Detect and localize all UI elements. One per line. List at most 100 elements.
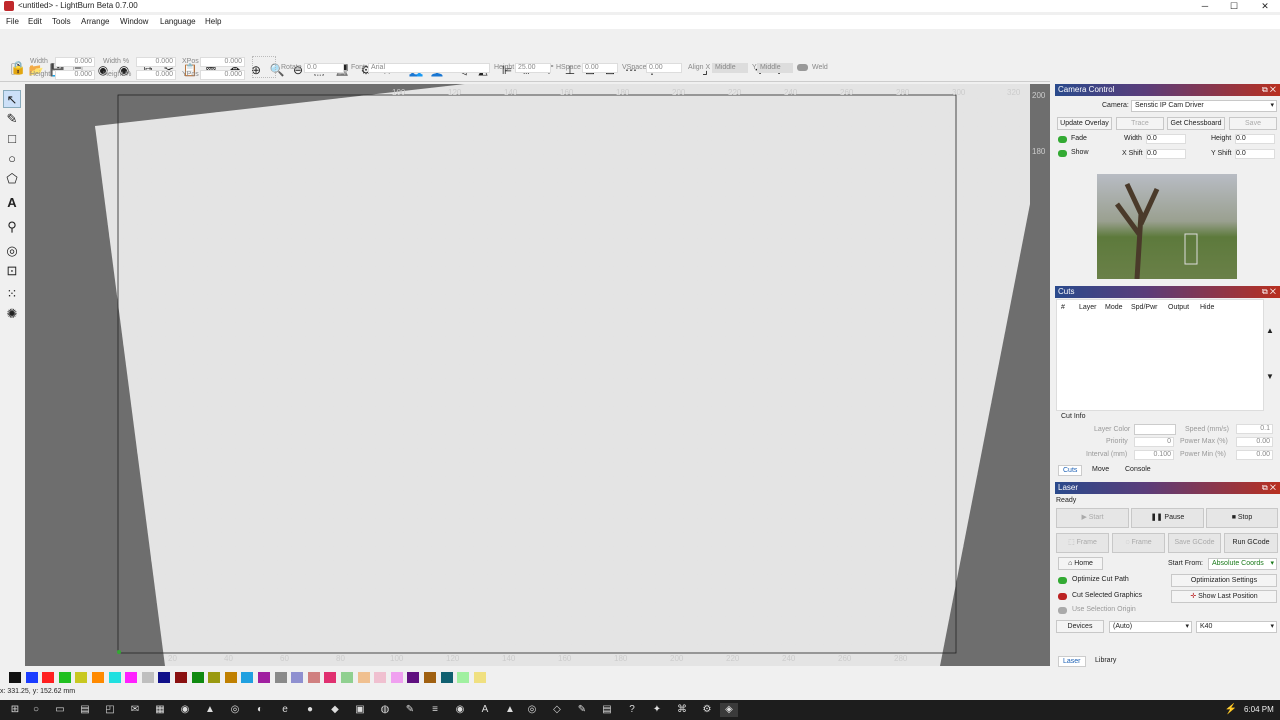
optimize-cut-toggle-icon[interactable]	[1058, 577, 1067, 584]
width-field[interactable]: 0.000	[55, 57, 95, 67]
color-swatch[interactable]	[141, 672, 154, 683]
priority-field[interactable]: 0	[1134, 437, 1174, 447]
start-from-select[interactable]: Absolute Coords	[1208, 558, 1277, 570]
menu-arrange[interactable]: Arrange	[81, 17, 109, 26]
color-swatch[interactable]	[125, 672, 138, 683]
task-view-icon[interactable]: ▭	[53, 703, 67, 717]
speed-field[interactable]: 0.1	[1236, 424, 1273, 434]
show-last-position-button[interactable]: ✛ Show Last Position	[1171, 590, 1277, 603]
optimization-settings-button[interactable]: Optimization Settings	[1171, 574, 1277, 587]
search-icon[interactable]: ○	[29, 703, 43, 717]
chrome-icon[interactable]: ◉	[178, 703, 192, 717]
color-swatch[interactable]	[224, 672, 237, 683]
menu-file[interactable]: File	[6, 17, 19, 26]
position-laser-icon[interactable]: ⚲	[3, 218, 21, 236]
panel-close-icon[interactable]: ⧉ ✕	[1262, 482, 1276, 494]
power-max-field[interactable]: 0.00	[1236, 437, 1273, 447]
port-select[interactable]: (Auto)	[1109, 621, 1192, 633]
use-selection-toggle-icon[interactable]	[1058, 607, 1067, 614]
save-button[interactable]: Save	[1229, 117, 1277, 130]
edit-nodes-icon[interactable]: ✎	[3, 110, 21, 128]
terminal-icon[interactable]: ▦	[153, 703, 167, 717]
color-swatch[interactable]	[424, 672, 436, 683]
app-icon[interactable]: ≡	[428, 703, 442, 717]
aligny-select[interactable]: Middle	[757, 63, 793, 73]
start-button[interactable]: ▶ Start	[1056, 508, 1129, 528]
color-swatch[interactable]	[25, 672, 38, 683]
frame-rect-button[interactable]: ⬚ Frame	[1056, 533, 1109, 553]
windows-start-icon[interactable]: ⊞	[8, 703, 22, 717]
save-gcode-button[interactable]: Save GCode	[1168, 533, 1221, 553]
home-button[interactable]: ⌂ Home	[1058, 557, 1103, 570]
power-min-field[interactable]: 0.00	[1236, 450, 1273, 460]
ellipse-tool-icon[interactable]: ○	[3, 150, 21, 168]
app-icon[interactable]: ▤	[600, 703, 614, 717]
menu-tools[interactable]: Tools	[52, 17, 71, 26]
hspace-field[interactable]: 0.00	[582, 63, 618, 73]
stop-button[interactable]: ■ Stop	[1206, 508, 1278, 528]
app-icon[interactable]: ✎	[575, 703, 589, 717]
layer-color-swatch[interactable]	[1134, 424, 1176, 435]
color-swatch[interactable]	[291, 672, 304, 683]
app-icon[interactable]: ◉	[453, 703, 467, 717]
color-swatch[interactable]	[258, 672, 270, 683]
color-swatch[interactable]	[341, 672, 353, 683]
tab-console[interactable]: Console	[1125, 466, 1151, 473]
dropbox-icon[interactable]: ◇	[550, 703, 564, 717]
tab-cuts[interactable]: Cuts	[1058, 465, 1083, 476]
yshift-field[interactable]: 0.0	[1235, 149, 1275, 159]
close-button[interactable]: ✕	[1250, 0, 1280, 12]
color-swatch[interactable]	[407, 672, 420, 683]
maximize-button[interactable]: ☐	[1219, 0, 1249, 12]
machine-select[interactable]: K40	[1196, 621, 1277, 633]
cam-width-field[interactable]: 0.0	[1146, 134, 1186, 144]
edge-icon[interactable]: e	[278, 703, 292, 717]
menu-help[interactable]: Help	[205, 17, 221, 26]
app-icon[interactable]: ◎	[228, 703, 242, 717]
pdf-icon[interactable]: A	[478, 703, 492, 717]
fade-toggle-icon[interactable]	[1058, 136, 1067, 143]
move-up-icon[interactable]: ▲	[1266, 326, 1274, 335]
lightburn-taskbar-icon[interactable]: ◈	[720, 703, 738, 717]
measure-icon[interactable]: ⊡	[3, 262, 21, 280]
app-icon[interactable]: ▣	[353, 703, 367, 717]
color-swatch[interactable]	[440, 672, 453, 683]
pause-button[interactable]: ❚❚ Pause	[1131, 508, 1204, 528]
mail-icon[interactable]: ✉	[128, 703, 142, 717]
app-icon[interactable]: ◐	[253, 703, 267, 717]
app-icon[interactable]: ⌘	[675, 703, 689, 717]
minimize-button[interactable]: ─	[1190, 0, 1220, 12]
color-swatch[interactable]	[158, 672, 171, 683]
color-swatch[interactable]	[274, 672, 287, 683]
app-icon[interactable]: ✎	[403, 703, 417, 717]
polygon-tool-icon[interactable]: ⬠	[3, 170, 21, 188]
color-swatch[interactable]	[75, 672, 88, 683]
file-explorer-icon[interactable]: ▤	[78, 703, 92, 717]
store-icon[interactable]: ◰	[103, 703, 117, 717]
app-icon[interactable]: ◎	[525, 703, 539, 717]
rotate-field[interactable]: 0.0	[304, 63, 344, 73]
devices-button[interactable]: Devices	[1056, 620, 1104, 633]
show-toggle-icon[interactable]	[1058, 150, 1067, 157]
offset-icon[interactable]: ◎	[3, 242, 21, 260]
app-icon[interactable]: ✦	[650, 703, 664, 717]
network-icon[interactable]: ⚡	[1224, 703, 1238, 717]
color-swatch[interactable]	[208, 672, 221, 683]
cuts-table[interactable]: # Layer Mode Spd/Pwr Output Hide	[1056, 299, 1264, 411]
widthpct-field[interactable]: 0.000	[136, 57, 176, 67]
run-gcode-button[interactable]: Run GCode	[1224, 533, 1278, 553]
ypos-field[interactable]: 0.000	[200, 70, 245, 80]
tab-laser[interactable]: Laser	[1058, 656, 1086, 667]
color-swatch[interactable]	[390, 672, 403, 683]
font-height-field[interactable]: 25.00	[515, 63, 551, 73]
alignx-select[interactable]: Middle	[712, 63, 748, 73]
vspace-field[interactable]: 0.00	[646, 63, 682, 73]
interval-field[interactable]: 0.100	[1134, 450, 1174, 460]
cam-height-field[interactable]: 0.0	[1235, 134, 1275, 144]
trace-button[interactable]: Trace	[1116, 117, 1164, 130]
tab-library[interactable]: Library	[1095, 657, 1116, 664]
app-icon[interactable]: ⚙	[700, 703, 714, 717]
color-swatch[interactable]	[58, 672, 71, 683]
array-icon[interactable]: ⁙	[3, 285, 21, 303]
font-select[interactable]: Arial	[368, 63, 490, 73]
